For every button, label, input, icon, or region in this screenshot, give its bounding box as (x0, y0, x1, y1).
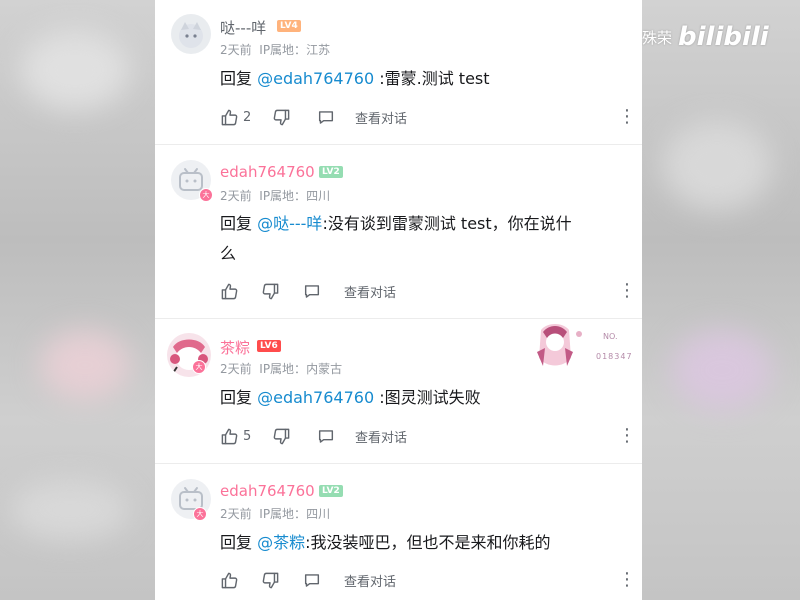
more-vertical-icon[interactable]: ⋮ (618, 282, 636, 300)
like-button[interactable] (220, 568, 243, 592)
view-dialog-link[interactable]: 查看对话 (355, 424, 407, 448)
reply-button[interactable] (316, 105, 336, 129)
comment-bubble-icon (318, 110, 334, 124)
like-count: 2 (243, 109, 252, 125)
fan-decoration-card: NO. 018347 (533, 322, 633, 370)
like-button[interactable] (220, 279, 243, 303)
comment-body: 回复 @茶粽:我没装哑巴，但也不是来和你耗的 (220, 533, 551, 552)
comment-time: 2天前 IP属地：四川 (220, 507, 331, 521)
dislike-button[interactable] (261, 568, 280, 592)
bilibili-logo: bilibili (678, 22, 769, 52)
username[interactable]: edah764760 (220, 163, 315, 181)
mention-link[interactable]: @茶粽 (257, 533, 305, 552)
dislike-button[interactable] (272, 424, 291, 448)
like-button[interactable]: 2 (220, 105, 251, 129)
reply-button[interactable] (302, 279, 322, 303)
dislike-button[interactable] (272, 105, 291, 129)
comment-item: 哒---咩 LV4 2天前 IP属地：江苏 回复 @edah764760 :雷蒙… (155, 0, 642, 145)
reply-button[interactable] (302, 568, 322, 592)
comment-body: 回复 @edah764760 :图灵测试失败 (220, 388, 481, 407)
decoration-number: 018347 (596, 352, 633, 361)
comment-bubble-icon (304, 284, 320, 298)
comment-actions: 2 查看对话 ⋮ (220, 105, 636, 129)
like-count: 5 (243, 428, 252, 444)
member-badge: 大 (199, 188, 213, 202)
left-blurred-backdrop (0, 0, 155, 600)
comment-actions: 查看对话 ⋮ (220, 279, 636, 303)
more-vertical-icon[interactable]: ⋮ (618, 427, 636, 445)
decoration-label: NO. (603, 332, 618, 341)
username[interactable]: edah764760 (220, 482, 315, 500)
comment-list: 哒---咩 LV4 2天前 IP属地：江苏 回复 @edah764760 :雷蒙… (155, 0, 642, 600)
thumb-up-icon (221, 428, 238, 444)
thumb-down-icon (262, 283, 279, 299)
thumb-down-icon (273, 109, 290, 125)
mention-link[interactable]: @edah764760 (257, 69, 374, 88)
comment-item: 大 edah764760 LV2 2天前 IP属地：四川 回复 @哒---咩:没… (155, 145, 642, 318)
level-badge: LV2 (319, 166, 343, 178)
more-vertical-icon[interactable]: ⋮ (618, 108, 636, 126)
comment-time: 2天前 IP属地：内蒙古 (220, 362, 343, 376)
comment-time: 2天前 IP属地：四川 (220, 189, 331, 203)
comment-actions: 查看对话 ⋮ (220, 568, 636, 592)
thumb-up-icon (221, 283, 238, 299)
comment-bubble-icon (304, 573, 320, 587)
username[interactable]: 茶粽 (220, 337, 250, 358)
comment-body: 回复 @哒---咩:没有谈到雷蒙测试 test，你在说什 么 (220, 214, 572, 263)
reply-button[interactable] (316, 424, 336, 448)
more-vertical-icon[interactable]: ⋮ (618, 571, 636, 589)
username[interactable]: 哒---咩 (220, 17, 266, 38)
comment-item: 大 茶粽 LV6 2天前 IP属地：内蒙古 NO. 018347 回复 @eda… (155, 319, 642, 463)
comment-time: 2天前 IP属地：江苏 (220, 43, 331, 57)
view-dialog-link[interactable]: 查看对话 (344, 568, 396, 592)
view-dialog-link[interactable]: 查看对话 (355, 105, 407, 129)
thumb-up-icon (221, 572, 238, 588)
mention-link[interactable]: @哒---咩 (257, 214, 322, 233)
comment-actions: 5 查看对话 ⋮ (220, 424, 636, 448)
thumb-down-icon (262, 572, 279, 588)
thumb-down-icon (273, 428, 290, 444)
comment-bubble-icon (318, 429, 334, 443)
level-badge: LV4 (277, 20, 301, 32)
avatar[interactable] (171, 14, 211, 54)
view-dialog-link[interactable]: 查看对话 (344, 279, 396, 303)
right-blurred-backdrop (642, 0, 800, 600)
like-button[interactable]: 5 (220, 424, 251, 448)
level-badge: LV6 (257, 340, 281, 352)
member-badge: 大 (193, 507, 207, 521)
level-badge: LV2 (319, 485, 343, 497)
mention-link[interactable]: @edah764760 (257, 388, 374, 407)
comment-item: 大 edah764760 LV2 2天前 IP属地：四川 回复 @茶粽:我没装哑… (155, 464, 642, 600)
comment-body: 回复 @edah764760 :雷蒙.测试 test (220, 69, 490, 88)
member-badge: 大 (192, 360, 206, 374)
dislike-button[interactable] (261, 279, 280, 303)
thumb-up-icon (221, 109, 238, 125)
